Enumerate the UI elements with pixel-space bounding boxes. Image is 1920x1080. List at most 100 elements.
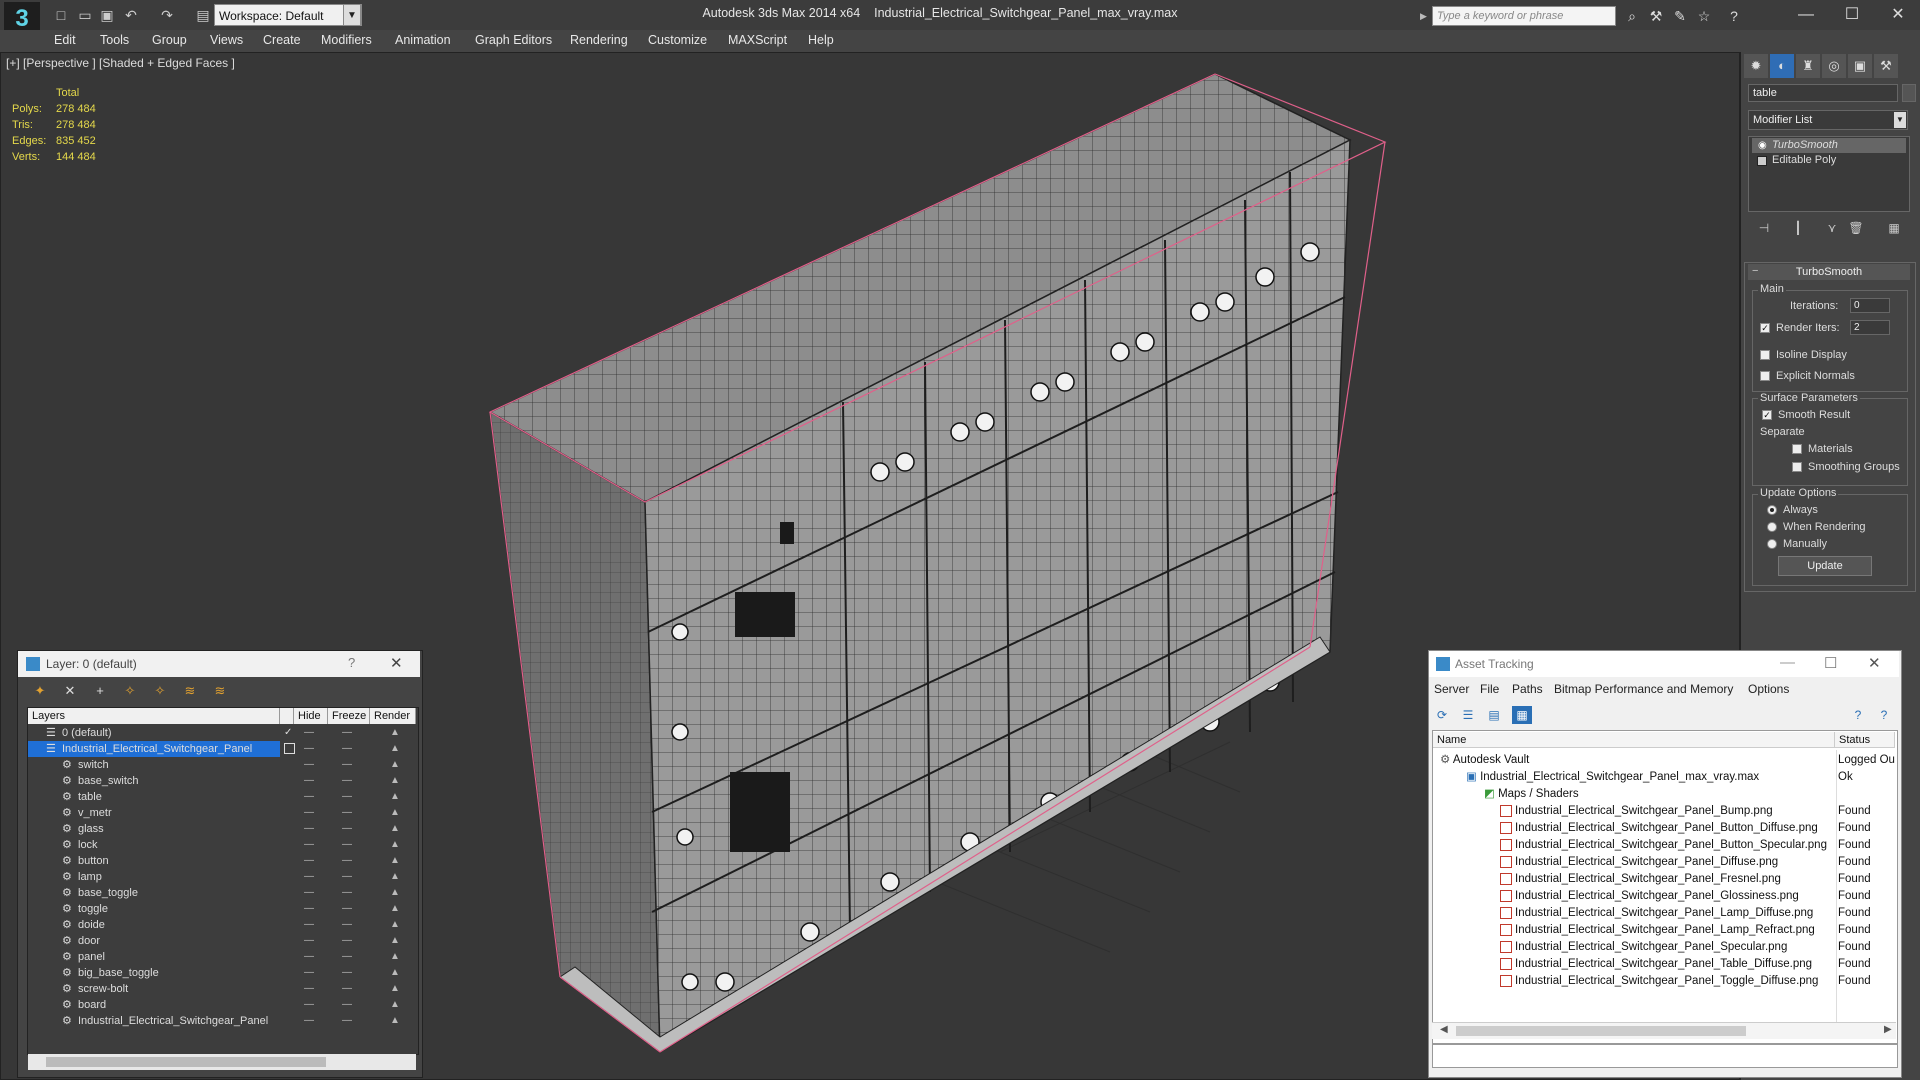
- render-teapot-icon[interactable]: ▲: [390, 821, 400, 837]
- show-end-result-icon[interactable]: ┃: [1788, 218, 1808, 238]
- layer-row[interactable]: ⚙ Industrial_Electrical_Switchgear_Panel —…: [28, 1013, 416, 1029]
- communication-icon[interactable]: ✎: [1670, 6, 1690, 26]
- hide-toggle[interactable]: —: [304, 917, 314, 933]
- menu-customize[interactable]: Customize: [648, 33, 707, 47]
- isoline-checkbox[interactable]: [1760, 350, 1770, 360]
- menu-edit[interactable]: Edit: [54, 33, 76, 47]
- freeze-toggle[interactable]: —: [342, 981, 352, 997]
- freeze-toggle[interactable]: —: [342, 917, 352, 933]
- render-teapot-icon[interactable]: ▲: [390, 757, 400, 773]
- new-file-icon[interactable]: □: [52, 6, 70, 24]
- help-icon[interactable]: ?: [1848, 706, 1868, 724]
- freeze-toggle[interactable]: —: [342, 869, 352, 885]
- list-view-icon[interactable]: ☰: [1458, 706, 1478, 724]
- render-teapot-icon[interactable]: ▲: [390, 949, 400, 965]
- render-teapot-icon[interactable]: ▲: [390, 981, 400, 997]
- hierarchy-tab-icon[interactable]: ♜: [1796, 54, 1820, 78]
- make-unique-icon[interactable]: ⋎: [1822, 218, 1842, 238]
- help-context-icon[interactable]: ?: [1874, 706, 1894, 724]
- grid-view-icon[interactable]: ▦: [1512, 706, 1532, 724]
- render-iters-spinner[interactable]: 2: [1850, 320, 1890, 335]
- layer-row[interactable]: ⚙ base_switch — — ▲: [28, 773, 416, 789]
- freeze-toggle[interactable]: —: [342, 757, 352, 773]
- freeze-toggle[interactable]: —: [342, 805, 352, 821]
- freeze-toggle[interactable]: —: [342, 901, 352, 917]
- asset-row[interactable]: Industrial_Electrical_Switchgear_Panel_L…: [1500, 922, 1815, 939]
- layer-row[interactable]: ☰ 0 (default) ✓ — — ▲: [28, 725, 416, 741]
- freeze-toggle[interactable]: —: [342, 997, 352, 1013]
- expand-icon[interactable]: [1757, 156, 1767, 166]
- layer-row[interactable]: ⚙ board — — ▲: [28, 997, 416, 1013]
- hide-toggle[interactable]: —: [304, 773, 314, 789]
- hide-toggle[interactable]: —: [304, 821, 314, 837]
- render-iters-checkbox[interactable]: ✓: [1760, 323, 1770, 333]
- asset-row[interactable]: Industrial_Electrical_Switchgear_Panel_L…: [1500, 905, 1813, 922]
- asset-menu-server[interactable]: Server: [1434, 682, 1469, 696]
- render-teapot-icon[interactable]: ▲: [390, 917, 400, 933]
- layer-row[interactable]: ⚙ switch — — ▲: [28, 757, 416, 773]
- chevron-down-icon[interactable]: ▼: [1894, 112, 1906, 128]
- workspace-dropdown[interactable]: Workspace: Default: [214, 4, 362, 26]
- asset-row[interactable]: Industrial_Electrical_Switchgear_Panel_B…: [1500, 803, 1773, 820]
- freeze-toggle[interactable]: —: [342, 773, 352, 789]
- help-button[interactable]: ?: [348, 655, 355, 670]
- layer-row[interactable]: ⚙ v_metr — — ▲: [28, 805, 416, 821]
- project-folder-icon[interactable]: ▤: [194, 6, 212, 24]
- when-rendering-radio[interactable]: [1767, 522, 1777, 532]
- hide-toggle[interactable]: —: [304, 885, 314, 901]
- always-radio[interactable]: [1767, 505, 1777, 515]
- favorites-icon[interactable]: ☆: [1694, 6, 1714, 26]
- add-to-layer-icon[interactable]: +: [90, 681, 110, 701]
- delete-layer-icon[interactable]: ✕: [60, 681, 80, 701]
- menu-graph-editors[interactable]: Graph Editors: [475, 33, 552, 47]
- configure-sets-icon[interactable]: ▦: [1884, 218, 1904, 238]
- freeze-toggle[interactable]: —: [342, 789, 352, 805]
- render-teapot-icon[interactable]: ▲: [390, 789, 400, 805]
- layer-row[interactable]: ⚙ toggle — — ▲: [28, 901, 416, 917]
- menu-group[interactable]: Group: [152, 33, 187, 47]
- asset-path-field[interactable]: [1432, 1044, 1898, 1068]
- modify-tab-icon[interactable]: ◐: [1770, 54, 1794, 78]
- pin-stack-icon[interactable]: ⊣: [1754, 218, 1774, 238]
- select-objects-icon[interactable]: ✧: [120, 681, 140, 701]
- highlight-layer-icon[interactable]: ✧: [150, 681, 170, 701]
- new-layer-icon[interactable]: ✦: [30, 681, 50, 701]
- render-teapot-icon[interactable]: ▲: [390, 997, 400, 1013]
- collapse-icon[interactable]: −: [1752, 265, 1758, 277]
- column-header-render[interactable]: Render: [370, 708, 416, 724]
- freeze-all-icon[interactable]: ≋: [210, 681, 230, 701]
- modifier-list-dropdown[interactable]: Modifier List: [1748, 110, 1908, 130]
- explicit-normals-checkbox[interactable]: [1760, 371, 1770, 381]
- smoothing-groups-checkbox[interactable]: [1792, 462, 1802, 472]
- hide-toggle[interactable]: —: [304, 933, 314, 949]
- object-color-swatch[interactable]: [1902, 84, 1916, 102]
- asset-menu-options[interactable]: Options: [1748, 682, 1789, 696]
- hide-toggle[interactable]: —: [304, 949, 314, 965]
- refresh-icon[interactable]: ⟳: [1432, 706, 1452, 724]
- column-header-current[interactable]: [280, 708, 294, 724]
- hide-toggle[interactable]: —: [304, 741, 314, 757]
- render-teapot-icon[interactable]: ▲: [390, 1013, 400, 1029]
- menu-help[interactable]: Help: [808, 33, 834, 47]
- freeze-toggle[interactable]: —: [342, 725, 352, 741]
- freeze-toggle[interactable]: —: [342, 933, 352, 949]
- layer-row[interactable]: ⚙ screw-bolt — — ▲: [28, 981, 416, 997]
- hide-toggle[interactable]: —: [304, 837, 314, 853]
- render-teapot-icon[interactable]: ▲: [390, 869, 400, 885]
- hide-toggle[interactable]: —: [304, 853, 314, 869]
- layer-row[interactable]: ⚙ lock — — ▲: [28, 837, 416, 853]
- close-icon[interactable]: ✕: [1868, 654, 1881, 672]
- freeze-toggle[interactable]: —: [342, 853, 352, 869]
- asset-row[interactable]: ⚙ Autodesk Vault: [1440, 752, 1529, 769]
- menu-rendering[interactable]: Rendering: [570, 33, 628, 47]
- freeze-toggle[interactable]: —: [342, 741, 352, 757]
- save-icon[interactable]: ▣: [98, 6, 116, 24]
- column-header-name[interactable]: Name: [1433, 732, 1835, 748]
- open-file-icon[interactable]: ▭: [76, 6, 94, 24]
- column-header-layers[interactable]: Layers: [28, 708, 280, 724]
- search-input[interactable]: Type a keyword or phrase: [1432, 6, 1616, 26]
- search-expand-icon[interactable]: ▶: [1420, 6, 1432, 26]
- layer-row[interactable]: ⚙ lamp — — ▲: [28, 869, 416, 885]
- layer-row[interactable]: ⚙ glass — — ▲: [28, 821, 416, 837]
- asset-row[interactable]: Industrial_Electrical_Switchgear_Panel_T…: [1500, 973, 1818, 990]
